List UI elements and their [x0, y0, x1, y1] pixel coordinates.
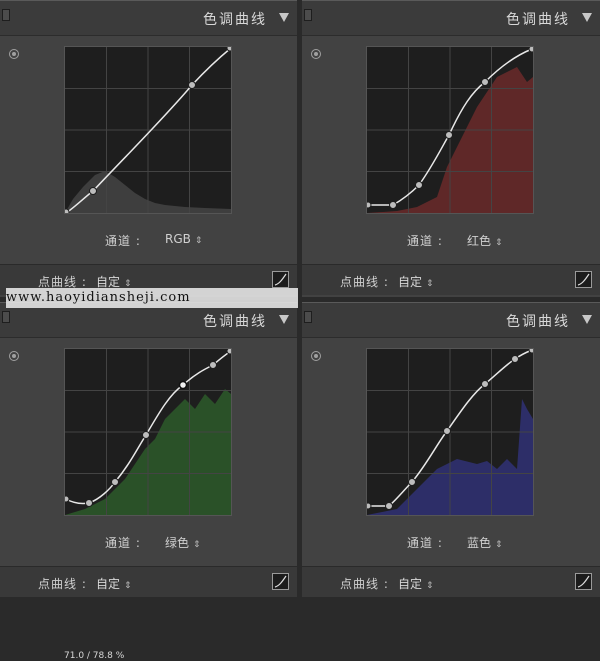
curve-point — [226, 349, 231, 355]
updown-arrows-icon: ⇕ — [426, 279, 434, 289]
triangle-down-icon[interactable] — [582, 13, 592, 22]
panel-title: 色调曲线 — [506, 12, 570, 28]
point-curve-select[interactable]: 自定 ⇕ — [398, 273, 434, 290]
panel-grip-icon[interactable] — [304, 311, 312, 323]
channel-label: 通道 : — [407, 536, 443, 550]
curve-point — [65, 208, 70, 213]
curve-point — [528, 47, 533, 53]
point-curve-value: 自定 — [398, 577, 423, 591]
channel-select[interactable]: 蓝色 ⇕ — [467, 534, 503, 551]
channel-value: RGB — [165, 232, 191, 246]
channel-row: 通道 : 绿色 ⇕ — [0, 534, 297, 552]
point-curve-label: 点曲线 : — [340, 577, 389, 591]
point-curve-select[interactable]: 自定 ⇕ — [398, 575, 434, 592]
curve-point — [226, 47, 231, 52]
curve-point — [142, 431, 150, 439]
point-curve-select[interactable]: 自定 ⇕ — [96, 575, 132, 592]
curve-point — [445, 131, 453, 139]
curve-point — [415, 181, 423, 189]
updown-arrows-icon: ⇕ — [495, 238, 503, 248]
curve-graph[interactable] — [64, 46, 232, 214]
panel-title: 色调曲线 — [506, 314, 570, 330]
panel-grip-icon[interactable] — [304, 9, 312, 21]
channel-row: 通道 : 蓝色 ⇕ — [302, 534, 600, 552]
channel-label: 通道 : — [105, 234, 141, 248]
curve-point — [511, 355, 519, 363]
updown-arrows-icon: ⇕ — [495, 540, 503, 550]
curve-point — [528, 349, 533, 354]
curve-graph[interactable] — [64, 348, 232, 516]
updown-arrows-icon: ⇕ — [194, 236, 203, 246]
channel-label: 通道 : — [105, 536, 141, 550]
point-curve-bar: 点曲线 : 自定 ⇕ — [0, 566, 297, 597]
channel-select[interactable]: 绿色 ⇕ — [165, 534, 201, 551]
channel-row: 通道 : RGB ⇕ — [0, 232, 297, 250]
panel-title: 色调曲线 — [203, 12, 267, 28]
panel-title: 色调曲线 — [203, 314, 267, 330]
tone-curve-panel-blue: 色调曲线 通道 : 蓝色 ⇕ 点曲线 : 自定 ⇕ — [302, 302, 600, 597]
curve-point — [481, 380, 489, 388]
tone-curve-panel-green: 色调曲线 71.0 / 78.8 % 通道 : 绿色 ⇕ 点曲线 : 自定 ⇕ — [0, 302, 297, 661]
curve-edit-icon[interactable] — [575, 271, 592, 288]
curve-edit-icon[interactable] — [575, 573, 592, 590]
point-curve-value: 自定 — [96, 577, 121, 591]
panel-grip-icon[interactable] — [2, 311, 10, 323]
triangle-down-icon[interactable] — [582, 315, 592, 324]
channel-select[interactable]: 红色 ⇕ — [467, 232, 503, 249]
updown-arrows-icon: ⇕ — [426, 581, 434, 591]
panel-header[interactable]: 色调曲线 — [302, 303, 600, 338]
curve-edit-icon[interactable] — [272, 573, 289, 590]
triangle-down-icon[interactable] — [279, 13, 289, 22]
curve-edit-icon[interactable] — [272, 271, 289, 288]
panel-header[interactable]: 色调曲线 — [302, 1, 600, 36]
curve-point — [367, 502, 372, 510]
channel-value: 红色 — [467, 234, 492, 248]
target-adjust-icon[interactable] — [311, 49, 321, 59]
curve-readout: 71.0 / 78.8 % — [64, 651, 125, 661]
panel-header[interactable]: 色调曲线 — [0, 1, 297, 36]
tone-curve-panel-red: 色调曲线 通道 : 红色 ⇕ 点曲线 : 自定 ⇕ — [302, 0, 600, 297]
triangle-down-icon[interactable] — [279, 315, 289, 324]
panel-grip-icon[interactable] — [2, 9, 10, 21]
point-curve-bar: 点曲线 : 自定 ⇕ — [302, 264, 600, 295]
curve-point — [89, 187, 97, 195]
updown-arrows-icon: ⇕ — [193, 540, 201, 550]
curve-graph[interactable] — [366, 348, 534, 516]
curve-point — [408, 478, 416, 486]
watermark: www.haoyidiansheji.com — [6, 288, 298, 308]
point-curve-value: 自定 — [96, 275, 121, 289]
channel-label: 通道 : — [407, 234, 443, 248]
channel-value: 蓝色 — [467, 536, 492, 550]
curve-point — [481, 78, 489, 86]
curve-point — [367, 201, 372, 209]
curve-point — [443, 427, 451, 435]
curve-point — [65, 495, 70, 503]
curve-point — [85, 499, 93, 507]
curve-point — [389, 201, 397, 209]
channel-value: 绿色 — [165, 536, 190, 550]
curve-point — [385, 502, 393, 510]
curve-point — [188, 81, 196, 89]
updown-arrows-icon: ⇕ — [124, 581, 132, 591]
point-curve-bar: 点曲线 : 自定 ⇕ — [302, 566, 600, 597]
curve-graph[interactable] — [366, 46, 534, 214]
channel-select[interactable]: RGB ⇕ — [165, 232, 202, 246]
target-adjust-icon[interactable] — [9, 351, 19, 361]
point-curve-label: 点曲线 : — [38, 577, 87, 591]
curve-point-selected — [178, 380, 188, 390]
tone-curve-panel-rgb: 色调曲线 通道 : RGB ⇕ 点曲线 : 自定 ⇕ — [0, 0, 297, 297]
panel-header[interactable]: 色调曲线 — [0, 303, 297, 338]
target-adjust-icon[interactable] — [9, 49, 19, 59]
target-adjust-icon[interactable] — [311, 351, 321, 361]
point-curve-value: 自定 — [398, 275, 423, 289]
channel-row: 通道 : 红色 ⇕ — [302, 232, 600, 250]
point-curve-label: 点曲线 : — [340, 275, 389, 289]
curve-point — [209, 361, 217, 369]
curve-point — [111, 478, 119, 486]
